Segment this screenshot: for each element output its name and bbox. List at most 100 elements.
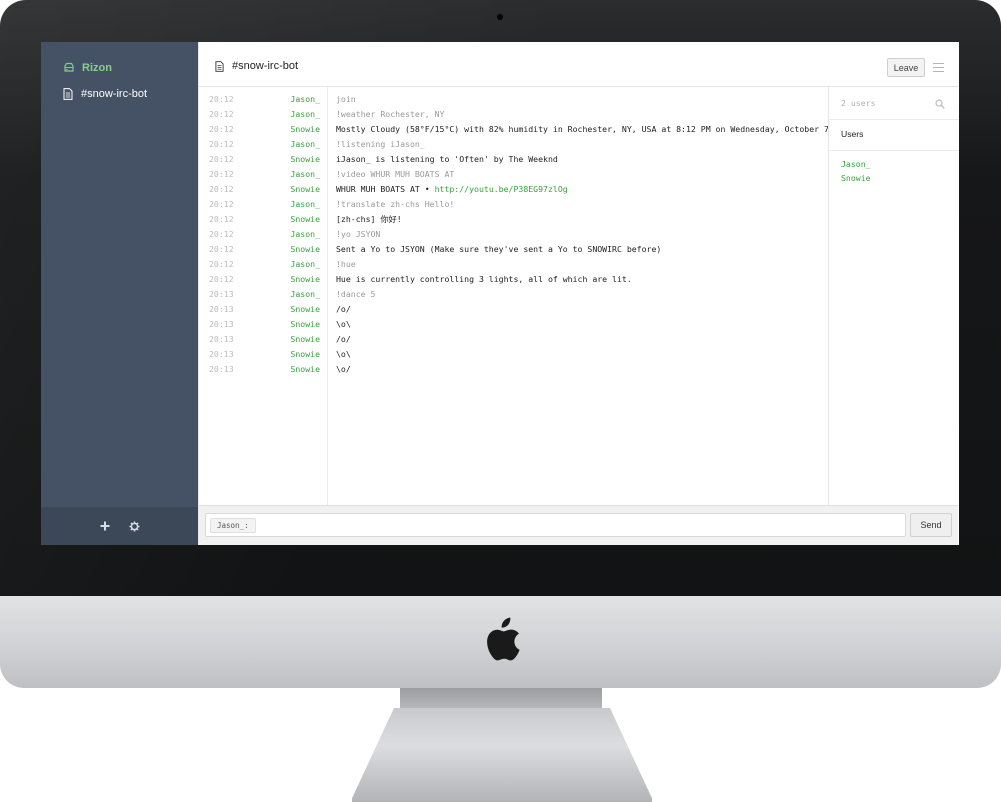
sidebar: Rizon #snow-irc-bot xyxy=(41,42,198,545)
message-nick[interactable]: Snowie xyxy=(290,362,320,377)
message-body: Sent a Yo to JSYON (Make sure they've se… xyxy=(336,244,662,254)
apple-logo-icon xyxy=(487,617,520,661)
hamburger-icon[interactable] xyxy=(933,63,944,72)
gear-icon xyxy=(129,520,140,532)
channel-title: #snow-irc-bot xyxy=(232,60,299,72)
message-nick[interactable]: Jason_ xyxy=(290,92,320,107)
message-nick[interactable]: Snowie xyxy=(290,152,320,167)
message-timestamp: 20:12 xyxy=(209,124,234,134)
plus-icon xyxy=(100,521,109,531)
chat-message-row: 20:13 Jason_ !dance 5 xyxy=(199,287,828,302)
message-timestamp: 20:12 xyxy=(209,169,234,179)
message-body: !video WHUR MUH BOATS AT xyxy=(336,169,455,179)
sidebar-network-rizon[interactable]: Rizon xyxy=(63,60,112,76)
app-window: Rizon #snow-irc-bot #snow-irc-bot Leave … xyxy=(41,42,959,545)
message-body: Hue is currently controlling 3 lights, a… xyxy=(336,274,632,284)
user-list-item[interactable]: Jason_ xyxy=(841,159,871,169)
message-input-box[interactable]: Jason_: xyxy=(205,513,906,537)
message-input[interactable] xyxy=(258,517,902,535)
message-text: WHUR MUH BOATS AT • http://youtu.be/P38E… xyxy=(336,182,568,197)
message-timestamp: 20:13 xyxy=(209,304,234,314)
chat-message-row: 20:12 Snowie Sent a Yo to JSYON (Make sure… xyxy=(199,242,828,257)
message-timestamp: 20:12 xyxy=(209,139,234,149)
search-icon[interactable] xyxy=(935,99,945,109)
message-nick[interactable]: Jason_ xyxy=(290,167,320,182)
chat-message-row: 20:12 Jason_ !weather Rochester, NY xyxy=(199,107,828,122)
chat-message-row: 20:12 Snowie WHUR MUH BOATS AT • http://yo… xyxy=(199,182,828,197)
page-title: #snow-irc-bot xyxy=(215,60,298,72)
message-nick[interactable]: Snowie xyxy=(290,242,320,257)
divider xyxy=(829,150,959,151)
message-timestamp: 20:13 xyxy=(209,364,234,374)
message-body: !weather Rochester, NY xyxy=(336,109,445,119)
message-timestamp: 20:12 xyxy=(209,244,234,254)
message-text: [zh-chs] 你好! xyxy=(336,212,402,227)
message-text: Sent a Yo to JSYON (Make sure they've se… xyxy=(336,242,661,257)
message-text: \o/ xyxy=(336,362,351,377)
sidebar-item-label: #snow-irc-bot xyxy=(81,88,148,100)
chat-message-row: 20:13 Snowie \o/ xyxy=(199,362,828,377)
chat-log: 20:12 Jason_ join 20:12 Jason_ !weather Roche… xyxy=(199,87,839,505)
message-nick[interactable]: Snowie xyxy=(290,272,320,287)
message-text: /o/ xyxy=(336,302,351,317)
message-nick[interactable]: Jason_ xyxy=(290,107,320,122)
chat-message-row: 20:13 Snowie \o\ xyxy=(199,317,828,332)
message-nick[interactable]: Snowie xyxy=(290,122,320,137)
message-body: WHUR MUH BOATS AT • xyxy=(336,184,435,194)
message-text: !yo JSYON xyxy=(336,227,380,242)
settings-button[interactable] xyxy=(129,520,141,532)
camera-icon xyxy=(497,14,503,20)
message-text: Mostly Cloudy (58°F/15°C) with 82% humid… xyxy=(336,122,839,137)
monitor-neck xyxy=(400,688,602,710)
message-body: \o/ xyxy=(336,364,351,374)
message-nick[interactable]: Snowie xyxy=(290,212,320,227)
message-link[interactable]: http://youtu.be/P38EG97zlOg xyxy=(435,184,568,194)
message-text: !weather Rochester, NY xyxy=(336,107,444,122)
message-body: Mostly Cloudy (58°F/15°C) with 82% humid… xyxy=(336,124,839,134)
add-network-button[interactable] xyxy=(99,520,111,532)
message-text: \o\ xyxy=(336,317,351,332)
message-nick[interactable]: Snowie xyxy=(290,347,320,362)
message-nick[interactable]: Snowie xyxy=(290,332,320,347)
message-timestamp: 20:12 xyxy=(209,94,234,104)
message-timestamp: 20:13 xyxy=(209,349,234,359)
user-list-item[interactable]: Snowie xyxy=(841,173,871,183)
sidebar-item-snow-irc-bot[interactable]: #snow-irc-bot xyxy=(63,86,147,102)
message-text: iJason_ is listening to 'Often' by The W… xyxy=(336,152,558,167)
message-nick[interactable]: Jason_ xyxy=(290,257,320,272)
message-body: join xyxy=(336,94,356,104)
message-nick[interactable]: Jason_ xyxy=(290,197,320,212)
message-text: !translate zh-chs Hello! xyxy=(336,197,454,212)
message-timestamp: 20:12 xyxy=(209,154,234,164)
leave-button[interactable]: Leave xyxy=(887,58,925,77)
chat-message-row: 20:12 Snowie Mostly Cloudy (58°F/15°C) wit… xyxy=(199,122,839,137)
send-button[interactable]: Send xyxy=(910,513,952,537)
chat-message-row: 20:12 Snowie iJason_ is listening to 'Ofte… xyxy=(199,152,828,167)
chat-message-row: 20:12 Jason_ !yo JSYON xyxy=(199,227,828,242)
message-nick[interactable]: Jason_ xyxy=(290,227,320,242)
chat-message-row: 20:13 Snowie/o/ xyxy=(199,302,828,317)
message-nick[interactable]: Snowie xyxy=(290,302,320,317)
message-body: /o/ xyxy=(336,304,351,314)
message-text: join xyxy=(336,92,356,107)
user-list: 2 users Users Jason_ Snowie xyxy=(828,87,959,505)
message-text: \o\ xyxy=(336,347,351,362)
message-body: !dance 5 xyxy=(336,289,376,299)
message-nick[interactable]: Jason_ xyxy=(290,137,320,152)
message-nick[interactable]: Snowie xyxy=(290,317,320,332)
nick-tag[interactable]: Jason_: xyxy=(210,518,256,533)
message-text: !dance 5 xyxy=(336,287,375,302)
network-icon xyxy=(64,62,74,72)
message-nick[interactable]: Jason_ xyxy=(290,287,320,302)
message-body: \o\ xyxy=(336,349,351,359)
sidebar-footer xyxy=(41,507,198,545)
chat-message-row: 20:12 Jason_ !translate zh-chs Hello! xyxy=(199,197,828,212)
message-body: !translate zh-chs Hello! xyxy=(336,199,455,209)
message-timestamp: 20:12 xyxy=(209,214,234,224)
message-nick[interactable]: Snowie xyxy=(290,182,320,197)
message-body: iJason_ is listening to 'Often' by The W… xyxy=(336,154,558,164)
chat-message-row: 20:12 Jason_ !video WHUR MUH BOATS AT xyxy=(199,167,828,182)
message-body: /o/ xyxy=(336,334,351,344)
message-timestamp: 20:13 xyxy=(209,289,234,299)
message-body: !hue xyxy=(336,259,356,269)
